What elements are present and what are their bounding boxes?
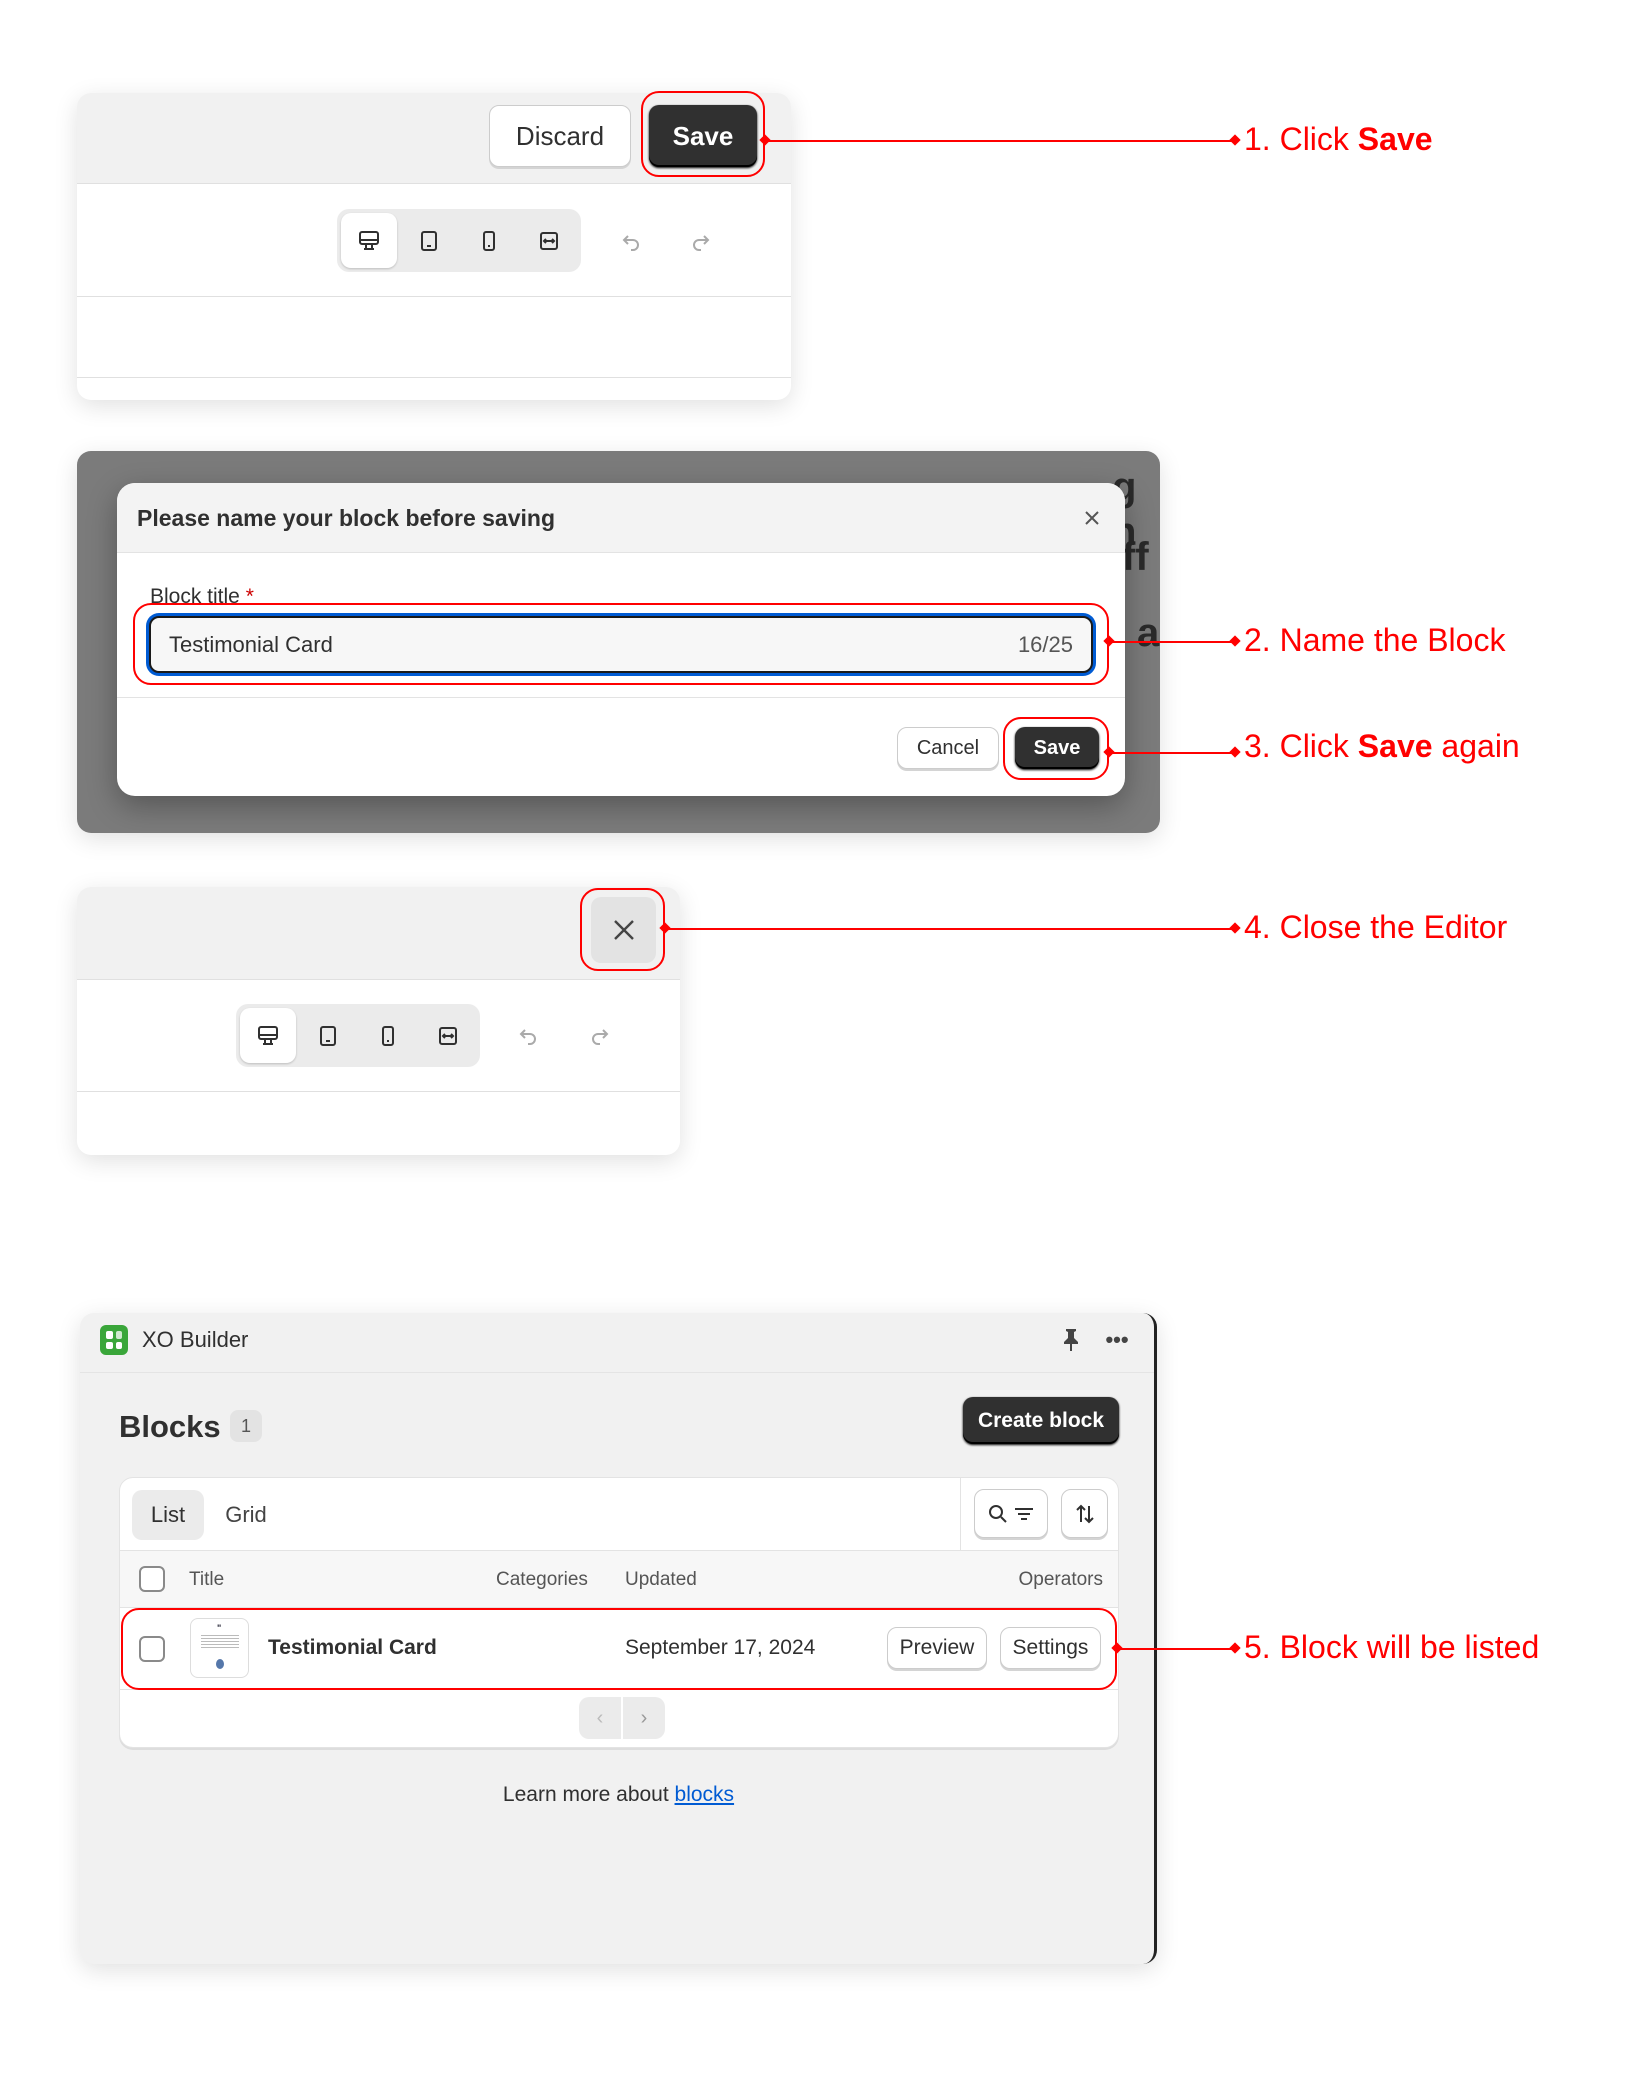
redo-icon[interactable] [685,225,717,257]
column-updated: Updated [625,1569,697,1590]
device-toolbar [236,1004,480,1067]
discard-button[interactable]: Discard [489,105,631,167]
next-page-button[interactable]: › [623,1697,665,1739]
prev-page-button[interactable]: ‹ [579,1697,621,1739]
divider [77,296,791,297]
undo-icon[interactable] [512,1019,544,1051]
divider [77,1091,680,1092]
tablet-icon[interactable] [300,1008,356,1063]
divider [960,1478,961,1550]
step-4-label: 4. Close the Editor [1244,909,1508,945]
highlight-row [121,1608,1117,1690]
column-title: Title [189,1569,225,1590]
tab-list[interactable]: List [132,1490,204,1540]
blocks-link[interactable]: blocks [675,1783,735,1806]
annotation-arrow [1109,641,1235,643]
close-icon[interactable] [1077,503,1107,533]
redo-icon[interactable] [584,1019,616,1051]
full-width-icon[interactable] [420,1008,476,1063]
cancel-button[interactable]: Cancel [897,727,999,769]
annotation-arrow [1109,752,1235,754]
divider [80,1372,1154,1373]
highlight-input [133,603,1109,685]
tablet-icon[interactable] [401,213,457,268]
annotation-arrow [765,140,1235,142]
full-width-icon[interactable] [521,213,577,268]
divider [77,377,791,378]
create-block-button[interactable]: Create block [963,1397,1119,1444]
app-name: XO Builder [142,1327,249,1352]
undo-icon[interactable] [615,225,647,257]
step-3-label: 3. Click Save again [1244,728,1520,764]
search-filter-button[interactable] [974,1489,1048,1538]
pagination: ‹ › [579,1697,665,1739]
annotation-arrow [1117,1648,1235,1650]
highlight-dialog-save [1003,717,1109,780]
select-all-checkbox[interactable] [139,1566,165,1592]
tab-grid[interactable]: Grid [210,1490,282,1540]
highlight-close [580,888,665,971]
highlight-save [641,91,765,177]
step-2-label: 2. Name the Block [1244,622,1506,658]
more-icon[interactable]: ••• [1102,1325,1132,1355]
annotation-arrow [665,928,1235,930]
divider [117,697,1125,698]
mobile-icon[interactable] [360,1008,416,1063]
count-badge: 1 [230,1410,262,1442]
background-text: a [1137,611,1160,655]
sort-button[interactable] [1061,1489,1108,1538]
dialog-title: Please name your block before saving [137,505,555,531]
step-1-label: 1. Click Save [1244,121,1433,157]
pin-icon[interactable] [1056,1325,1086,1355]
column-operators: Operators [1018,1569,1103,1590]
page-title: Blocks [119,1409,221,1444]
desktop-icon[interactable] [341,213,397,268]
desktop-icon[interactable] [240,1008,296,1063]
step-5-label: 5. Block will be listed [1244,1629,1540,1665]
learn-more: Learn more about blocks [502,1783,735,1806]
device-toolbar [337,209,581,272]
background-text: ff [1122,535,1149,579]
mobile-icon[interactable] [461,213,517,268]
app-logo [100,1325,128,1355]
table-header: Title Categories Updated Operators [120,1550,1118,1608]
column-categories: Categories [496,1569,588,1590]
